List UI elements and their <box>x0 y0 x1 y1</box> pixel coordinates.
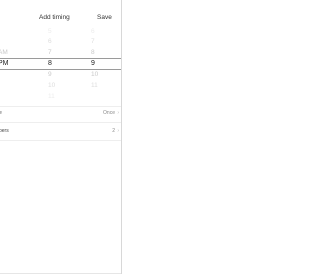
minute-option[interactable]: 7 <box>91 37 95 47</box>
minute-option[interactable]: 6 <box>91 27 95 37</box>
chevron-right-icon: › <box>117 128 119 134</box>
picker-row[interactable]: 56 <box>0 27 121 37</box>
add-timing-panel: Add timing Save 5667AM78PM89910101111 e … <box>0 0 122 274</box>
numbers-setting-row[interactable]: bers 2 › <box>0 126 121 138</box>
minute-option[interactable]: 9 <box>91 59 95 69</box>
selection-top-line <box>0 58 121 59</box>
save-button[interactable]: Save <box>97 14 112 22</box>
hour-option[interactable]: 8 <box>48 59 52 69</box>
divider <box>0 106 121 107</box>
hour-option[interactable]: 5 <box>48 27 52 37</box>
divider <box>0 140 121 141</box>
hour-option[interactable]: 10 <box>48 81 55 91</box>
picker-row[interactable]: 9 10 <box>0 70 121 80</box>
minute-option[interactable]: 11 <box>91 81 98 91</box>
picker-row[interactable]: AM 7 8 <box>0 48 121 58</box>
selection-bottom-line <box>0 69 121 70</box>
ampm-option[interactable]: AM <box>0 48 8 58</box>
picker-row[interactable]: 11 <box>0 92 121 102</box>
repeat-label: e <box>0 110 2 117</box>
picker-row[interactable]: 67 <box>0 37 121 47</box>
page-title: Add timing <box>39 14 70 21</box>
ampm-option[interactable]: PM <box>0 59 9 69</box>
numbers-value: 2 <box>112 128 115 134</box>
hour-option[interactable]: 11 <box>48 92 55 102</box>
top-bar: Add timing Save <box>0 0 121 28</box>
repeat-setting-row[interactable]: e Once › <box>0 108 121 120</box>
picker-row[interactable]: 10 11 <box>0 81 121 91</box>
numbers-label: bers <box>0 128 9 134</box>
chevron-right-icon: › <box>117 110 119 116</box>
picker-selected-row[interactable]: PM 8 9 <box>0 59 121 69</box>
hour-option[interactable]: 9 <box>48 70 52 80</box>
hour-option[interactable]: 6 <box>48 37 52 47</box>
time-picker[interactable]: 5667AM78PM89910101111 <box>0 28 121 106</box>
minute-option[interactable]: 8 <box>91 48 95 58</box>
minute-option[interactable]: 10 <box>91 70 98 80</box>
repeat-value: Once <box>103 110 115 116</box>
hour-option[interactable]: 7 <box>48 48 52 58</box>
divider <box>0 122 121 123</box>
